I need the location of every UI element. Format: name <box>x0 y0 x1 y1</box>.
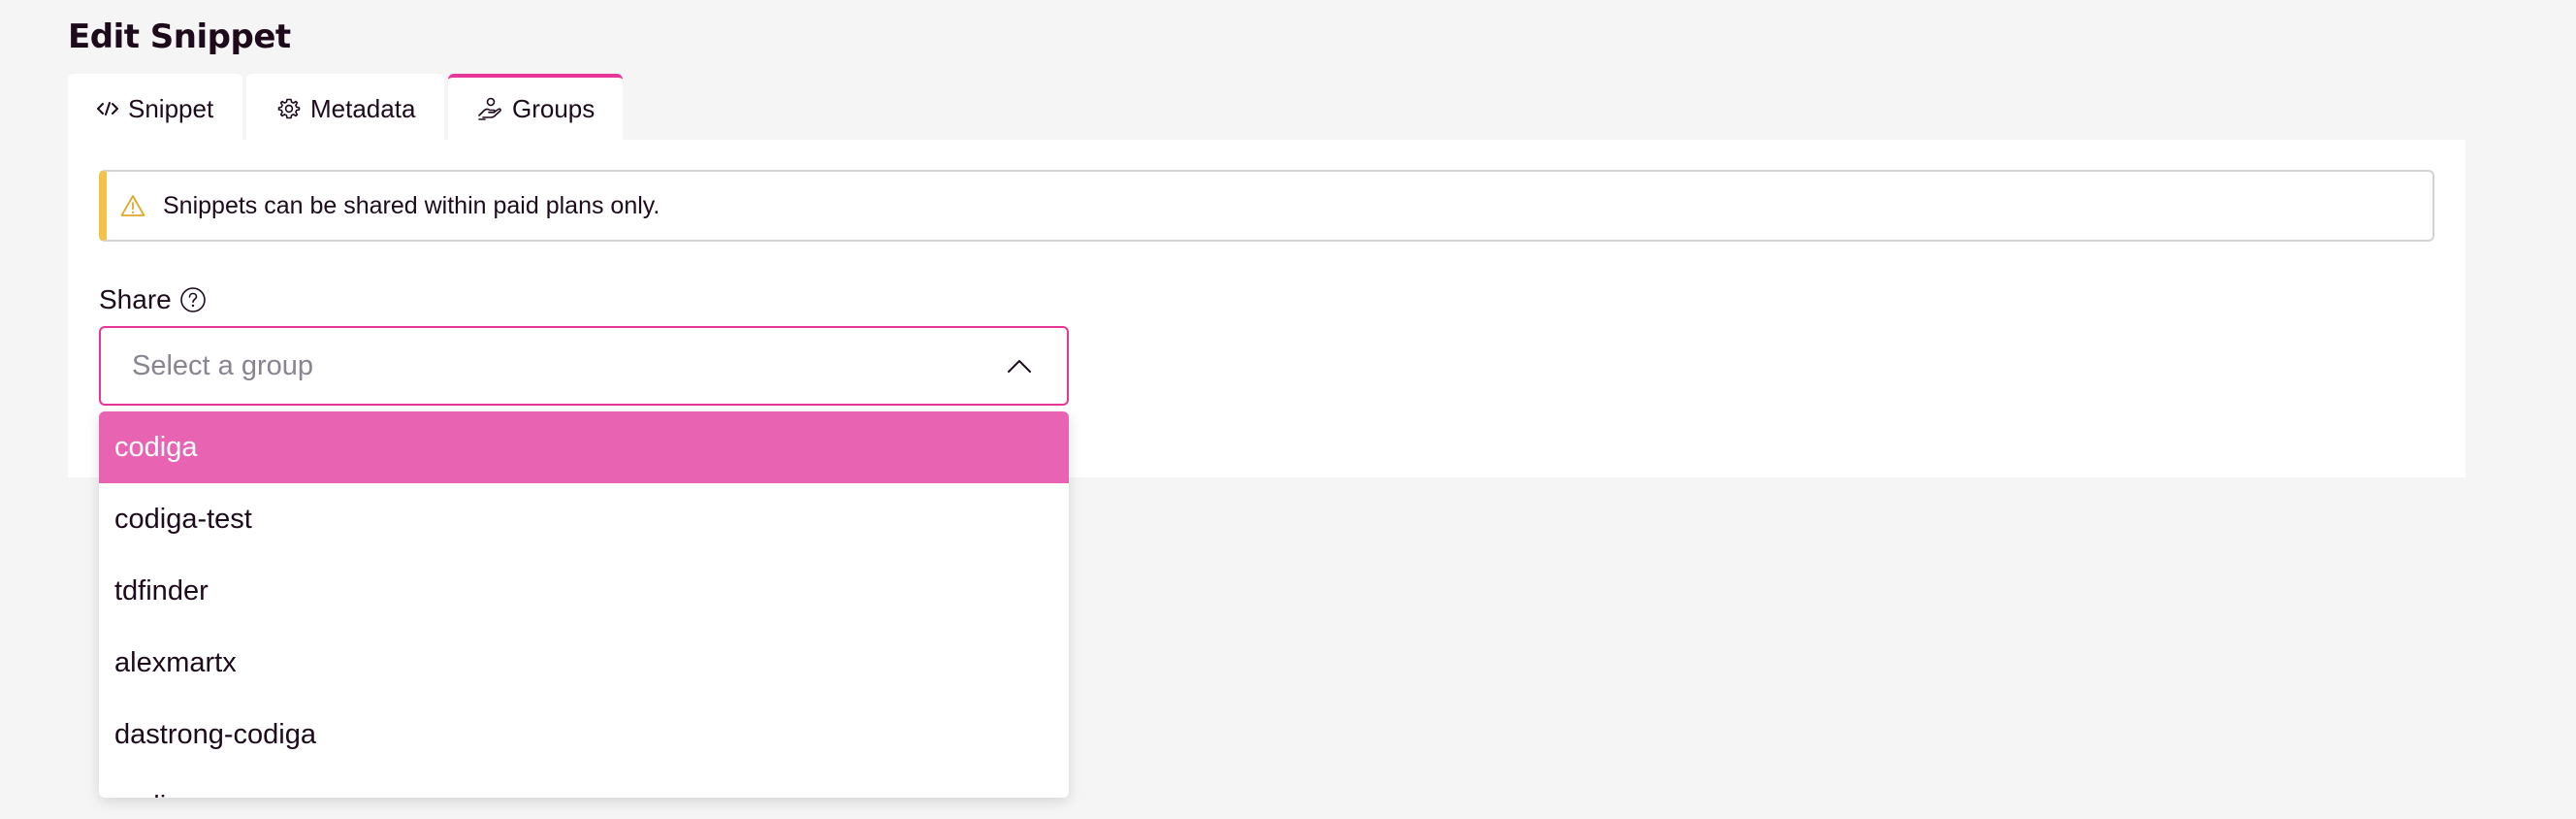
group-dropdown-menu: codiga codiga-test tdfinder alexmartx da… <box>99 411 1069 798</box>
warning-icon <box>120 194 145 217</box>
code-icon <box>97 101 118 116</box>
tab-bar: Snippet Metadata Groups <box>68 74 623 140</box>
dropdown-option-codiga-test[interactable]: codiga-test <box>99 483 1069 555</box>
tab-groups-label: Groups <box>512 93 596 123</box>
dropdown-option-partial[interactable]: codiga-... <box>99 770 1069 799</box>
share-label-row: Share <box>99 281 207 318</box>
help-icon[interactable] <box>179 286 207 313</box>
dropdown-option-codiga[interactable]: codiga <box>99 411 1069 483</box>
tab-metadata[interactable]: Metadata <box>246 74 444 140</box>
alert-text: Snippets can be shared within paid plans… <box>163 191 660 219</box>
paid-plan-alert: Snippets can be shared within paid plans… <box>99 170 2434 242</box>
dropdown-option-tdfinder[interactable]: tdfinder <box>99 555 1069 627</box>
share-label: Share <box>99 284 172 314</box>
dropdown-option-dastrong-codiga[interactable]: dastrong-codiga <box>99 699 1069 770</box>
tab-snippet-label: Snippet <box>128 93 214 123</box>
tab-snippet[interactable]: Snippet <box>68 74 242 140</box>
dropdown-option-alexmartx[interactable]: alexmartx <box>99 627 1069 699</box>
chevron-up-icon[interactable] <box>1007 358 1032 374</box>
page-title: Edit Snippet <box>68 17 291 56</box>
group-select[interactable]: Select a group <box>99 326 1069 406</box>
group-select-placeholder: Select a group <box>132 349 314 381</box>
gear-icon <box>277 97 301 120</box>
tab-metadata-label: Metadata <box>310 93 416 123</box>
share-hand-icon <box>477 96 502 121</box>
tab-groups[interactable]: Groups <box>448 74 623 140</box>
